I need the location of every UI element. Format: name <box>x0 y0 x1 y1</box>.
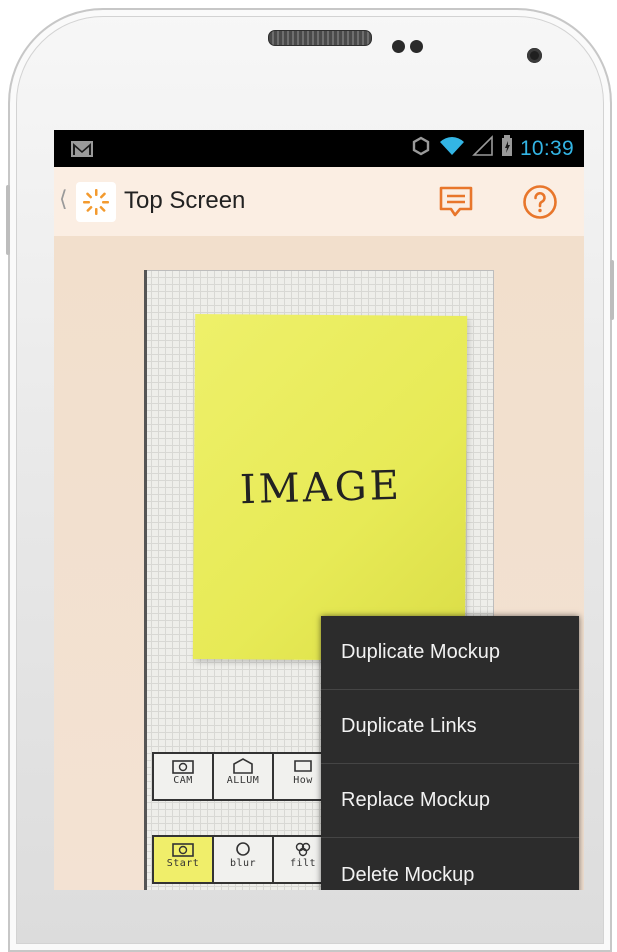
signal-icon <box>472 135 494 162</box>
battery-icon <box>501 135 513 162</box>
sketch-tab-start: Start <box>152 835 214 884</box>
sketch-tab-row-1: CAM ALLUM How <box>152 752 334 801</box>
volume-button <box>6 185 10 255</box>
comment-icon[interactable] <box>434 180 478 224</box>
sketch-tab-album: ALLUM <box>212 752 274 801</box>
sketch-tab-cam: CAM <box>152 752 214 801</box>
screen-title: Top Screen <box>124 187 246 214</box>
menu-item-duplicate-mockup[interactable]: Duplicate Mockup <box>321 616 579 690</box>
phone-screen: 10:39 ⟨ Top Screen IMAGE CAM ALLUM How S… <box>54 130 584 890</box>
menu-item-replace-mockup[interactable]: Replace Mockup <box>321 764 579 838</box>
sketch-tab-row-2: Start blur filt <box>152 835 334 884</box>
menu-item-delete-mockup[interactable]: Delete Mockup <box>321 838 579 890</box>
chevron-left-icon[interactable]: ⟨ <box>59 187 68 212</box>
sync-icon <box>410 135 432 162</box>
sticky-note: IMAGE <box>192 314 468 661</box>
wifi-icon <box>439 135 465 162</box>
proximity-sensor <box>392 40 405 53</box>
menu-item-duplicate-links[interactable]: Duplicate Links <box>321 690 579 764</box>
front-camera <box>527 48 542 63</box>
status-bar: 10:39 <box>54 130 584 167</box>
light-sensor <box>410 40 423 53</box>
clock: 10:39 <box>519 136 574 160</box>
sketch-tab-blur: blur <box>212 835 274 884</box>
power-button <box>610 260 614 320</box>
sticky-note-label: IMAGE <box>239 462 403 514</box>
context-menu: Duplicate Mockup Duplicate Links Replace… <box>321 616 579 890</box>
earpiece-speaker <box>268 30 372 46</box>
gmail-icon <box>70 140 94 163</box>
sunburst-logo-icon[interactable] <box>76 182 116 222</box>
action-bar: ⟨ Top Screen <box>54 167 584 236</box>
help-icon[interactable] <box>518 180 562 224</box>
